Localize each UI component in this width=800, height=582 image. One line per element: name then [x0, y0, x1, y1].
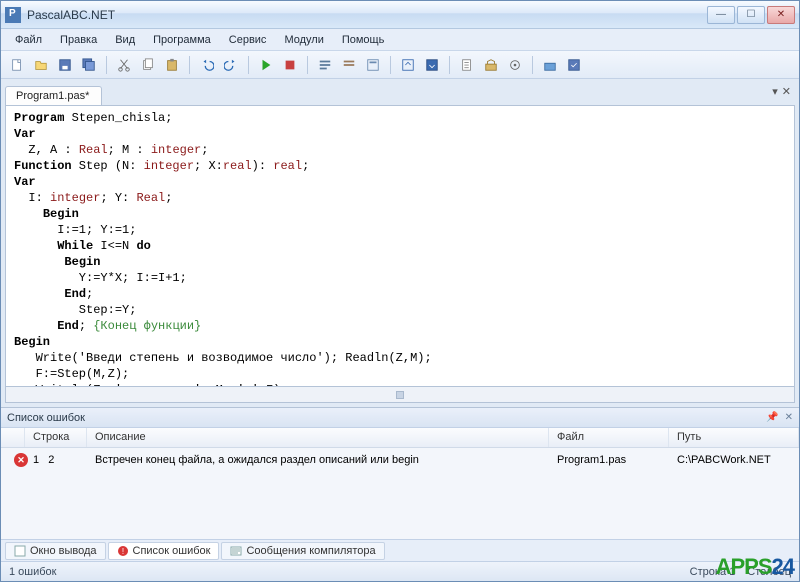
error-row[interactable]: ✕1 2Встречен конец файла, а ожидался раз… — [1, 448, 799, 472]
error-desc: Встречен конец файла, а ожидался раздел … — [87, 451, 549, 469]
new-file-icon[interactable] — [7, 55, 27, 75]
error-panel: Список ошибок 📌 ✕ Строка Описание Файл П… — [1, 407, 799, 539]
options-icon[interactable] — [505, 55, 525, 75]
menu-сервис[interactable]: Сервис — [221, 32, 275, 48]
col-file[interactable]: Файл — [549, 428, 669, 447]
paste-icon[interactable] — [162, 55, 182, 75]
menu-модули[interactable]: Модули — [276, 32, 331, 48]
error-path: C:\PABCWork.NET — [669, 451, 799, 469]
menubar: ФайлПравкаВидПрограммаСервисМодулиПомощь — [1, 29, 799, 51]
error-file: Program1.pas — [549, 451, 669, 469]
toolbar — [1, 51, 799, 79]
tab-dropdown-icon[interactable]: ▾ — [772, 85, 778, 98]
copy-icon[interactable] — [138, 55, 158, 75]
open-file-icon[interactable] — [31, 55, 51, 75]
uncomment-icon[interactable] — [339, 55, 359, 75]
bottom-tabs: Окно вывода! Список ошибок Сообщения компи… — [1, 539, 799, 561]
help-icon[interactable] — [540, 55, 560, 75]
cut-icon[interactable] — [114, 55, 134, 75]
bottom-tab-label: Сообщения компилятора — [246, 545, 375, 557]
run-icon[interactable] — [256, 55, 276, 75]
panel-close-icon[interactable]: ✕ — [785, 412, 793, 423]
bottom-tab-1[interactable]: ! Список ошибок — [108, 542, 220, 560]
status-error-count: 1 ошибок — [9, 566, 57, 578]
tab-label: Program1.pas* — [16, 90, 89, 102]
status-col: Столбец — [747, 566, 791, 578]
code-text[interactable]: Program Stepen_chisla;Var Z, A : Real; M… — [6, 106, 794, 387]
error-rows: ✕1 2Встречен конец файла, а ожидался раз… — [1, 448, 799, 472]
col-desc[interactable]: Описание — [87, 428, 549, 447]
titlebar: PascalABC.NET — ☐ ✕ — [1, 1, 799, 29]
horizontal-scrollbar[interactable] — [5, 387, 795, 403]
error-line: 1 2 — [25, 451, 87, 469]
statusbar: 1 ошибок Строка 1 Столбец — [1, 561, 799, 581]
menu-программа[interactable]: Программа — [145, 32, 219, 48]
format-icon[interactable] — [363, 55, 383, 75]
maximize-button[interactable]: ☐ — [737, 6, 765, 24]
col-path[interactable]: Путь — [669, 428, 799, 447]
redo-icon[interactable] — [221, 55, 241, 75]
app-icon — [5, 7, 21, 23]
menu-вид[interactable]: Вид — [107, 32, 143, 48]
scroll-thumb[interactable] — [396, 391, 404, 399]
error-panel-header: Список ошибок 📌 ✕ — [1, 408, 799, 428]
error-panel-title: Список ошибок — [7, 412, 85, 424]
close-button[interactable]: ✕ — [767, 6, 795, 24]
bottom-tab-0[interactable]: Окно вывода — [5, 542, 106, 560]
status-line: Строка 1 — [690, 566, 736, 578]
editor-area: Program1.pas* ▾ ✕ Program Stepen_chisla;… — [1, 79, 799, 407]
build-icon[interactable] — [457, 55, 477, 75]
bottom-tab-label: Список ошибок — [133, 545, 211, 557]
pin-icon[interactable]: 📌 — [766, 412, 778, 423]
code-editor[interactable]: Program Stepen_chisla;Var Z, A : Real; M… — [5, 105, 795, 387]
save-icon[interactable] — [55, 55, 75, 75]
minimize-button[interactable]: — — [707, 6, 735, 24]
rebuild-icon[interactable] — [481, 55, 501, 75]
comment-icon[interactable] — [315, 55, 335, 75]
menu-файл[interactable]: Файл — [7, 32, 50, 48]
save-all-icon[interactable] — [79, 55, 99, 75]
menu-правка[interactable]: Правка — [52, 32, 105, 48]
undo-icon[interactable] — [197, 55, 217, 75]
error-table-header: Строка Описание Файл Путь — [1, 428, 799, 448]
tab-close-icon[interactable]: ✕ — [782, 85, 791, 98]
bottom-tab-2[interactable]: Сообщения компилятора — [221, 542, 384, 560]
svg-text:!: ! — [121, 547, 123, 556]
app-window: PascalABC.NET — ☐ ✕ ФайлПравкаВидПрограм… — [0, 0, 800, 582]
save-project-icon[interactable] — [564, 55, 584, 75]
window-title: PascalABC.NET — [27, 8, 707, 22]
step-into-icon[interactable] — [422, 55, 442, 75]
tabstrip: Program1.pas* ▾ ✕ — [5, 83, 795, 105]
stop-icon[interactable] — [280, 55, 300, 75]
editor-tab[interactable]: Program1.pas* — [5, 86, 102, 105]
menu-помощь[interactable]: Помощь — [334, 32, 393, 48]
col-line[interactable]: Строка — [25, 428, 87, 447]
bottom-tab-label: Окно вывода — [30, 545, 97, 557]
step-over-icon[interactable] — [398, 55, 418, 75]
